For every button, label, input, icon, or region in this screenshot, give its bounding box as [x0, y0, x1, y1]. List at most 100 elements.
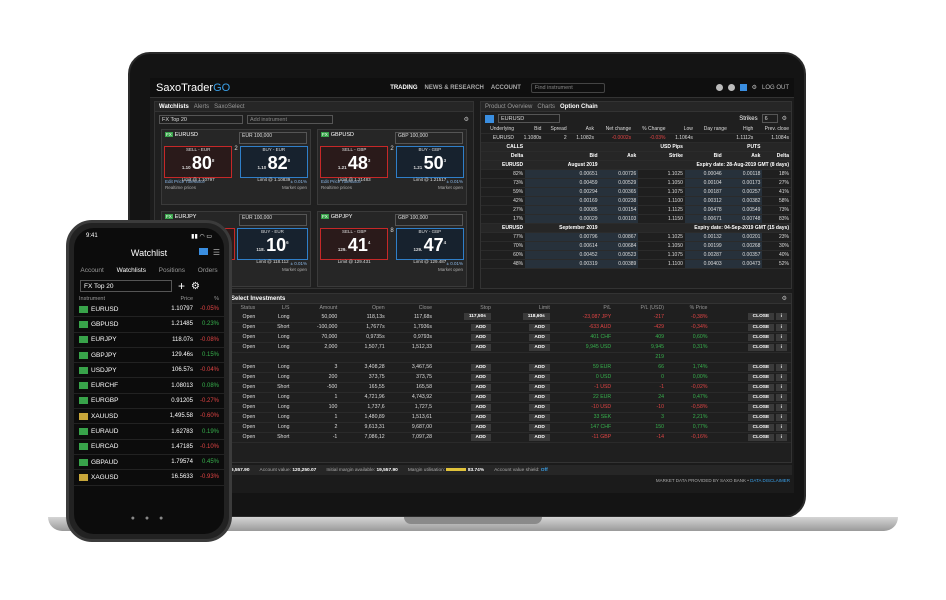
option-cell[interactable]: 0.00389	[599, 259, 639, 269]
amount-input[interactable]: GBP 100,000	[395, 214, 463, 226]
add-button[interactable]: ADD	[529, 373, 550, 381]
option-cell[interactable]: 0.00748	[723, 214, 763, 224]
info-icon[interactable]: i	[775, 373, 787, 381]
order-price-button[interactable]: 117,50s	[463, 313, 491, 321]
add-button[interactable]: ADD	[470, 333, 491, 341]
link-icon[interactable]	[485, 114, 494, 123]
phone-list-item[interactable]: GBPUSD 1.21485 0.23%	[74, 317, 224, 333]
close-button[interactable]: CLOSE	[747, 313, 775, 321]
add-button[interactable]: ADD	[470, 343, 491, 351]
close-button[interactable]: CLOSE	[747, 373, 775, 381]
add-button[interactable]: ADD	[529, 323, 550, 331]
option-cell[interactable]: 0.00523	[599, 250, 639, 260]
strikes-select[interactable]: 6	[761, 114, 778, 123]
option-cell[interactable]: 0.00459	[525, 178, 600, 188]
gear-icon[interactable]: ⚙	[752, 84, 757, 91]
close-button[interactable]: CLOSE	[747, 413, 775, 421]
add-instrument-input[interactable]: Add instrument	[247, 115, 333, 124]
add-button[interactable]: ADD	[470, 323, 491, 331]
option-cell[interactable]: 0.00187	[684, 187, 724, 197]
nav-trading[interactable]: TRADING	[390, 85, 417, 91]
option-cell[interactable]: 0.00365	[599, 187, 639, 197]
phone-list-item[interactable]: XAUUSD 1,495.58 -0.60%	[74, 409, 224, 425]
option-cell[interactable]: 0.00029	[525, 214, 600, 224]
add-button[interactable]: ADD	[529, 393, 550, 401]
add-button[interactable]: ADD	[470, 423, 491, 431]
option-cell[interactable]: 0.00103	[599, 214, 639, 224]
close-button[interactable]: CLOSE	[747, 433, 775, 441]
position-row[interactable]: 9OpenLong1001,737,61,727,5ADDADD-10 USD-…	[155, 402, 791, 413]
tab-orders[interactable]: Orders	[198, 267, 218, 274]
info-icon[interactable]: i	[775, 323, 787, 331]
close-button[interactable]: CLOSE	[747, 423, 775, 431]
phone-list-item[interactable]: EURJPY 118.07s -0.08%	[74, 333, 224, 348]
option-cell[interactable]: 0.00154	[599, 205, 639, 215]
add-button[interactable]: ADD	[470, 403, 491, 411]
add-button[interactable]: ADD	[470, 383, 491, 391]
add-button[interactable]: ADD	[470, 373, 491, 381]
nav-account[interactable]: ACCOUNT	[491, 85, 521, 91]
info-icon[interactable]: i	[775, 383, 787, 391]
add-button[interactable]: ADD	[470, 413, 491, 421]
option-cell[interactable]: 0.00726	[599, 169, 639, 179]
option-cell[interactable]: 0.00529	[599, 178, 639, 188]
option-cell[interactable]: 0.00046	[684, 169, 724, 179]
info-icon[interactable]: i	[775, 403, 787, 411]
option-cell[interactable]: 0.00118	[723, 169, 763, 179]
option-row[interactable]: 27% 0.00085 0.00154 1.1125 0.00478 0.00549 73%	[481, 205, 791, 215]
sell-button[interactable]: SELL - GBP 129. 414 Limit @ 129.431	[320, 228, 389, 264]
add-icon[interactable]: +	[178, 279, 185, 293]
option-cell[interactable]: 0.00651	[525, 169, 600, 179]
mail-icon[interactable]	[739, 84, 747, 91]
tab-alerts[interactable]: Alerts	[194, 104, 209, 110]
option-cell[interactable]: 0.00132	[684, 232, 724, 242]
option-cell[interactable]: 0.00287	[684, 250, 724, 260]
position-row[interactable]: 2OpenLong2,0001,507,711,512,33ADDADD9,94…	[155, 342, 791, 353]
option-cell[interactable]: 0.00085	[525, 205, 600, 215]
add-button[interactable]: ADD	[470, 393, 491, 401]
position-row[interactable]: Open Short -100,000 1,7677s 1,7936s ADD ADD -63…	[155, 322, 791, 333]
option-row[interactable]: 59% 0.00294 0.00365 1.1075 0.00187 0.00257 41%	[481, 187, 791, 197]
add-button[interactable]: ADD	[529, 423, 550, 431]
option-cell[interactable]: 0.00199	[684, 241, 724, 251]
phone-list-item[interactable]: USDJPY 106.57s -0.04%	[74, 363, 224, 379]
amount-input[interactable]: EUR 100,000	[239, 214, 307, 226]
info-icon[interactable]: i	[775, 413, 787, 421]
add-button[interactable]: ADD	[529, 383, 550, 391]
position-row[interactable]: Open Long 1 1,480,89 1,513,61 ADD ADD 33 SEK 3 2,…	[155, 412, 791, 423]
option-row[interactable]: 73% 0.00459 0.00529 1.1050 0.00104 0.00173 27%	[481, 178, 791, 188]
amount-input[interactable]: EUR 100,000	[239, 132, 307, 144]
tab-saxoselect[interactable]: SaxoSelect	[214, 104, 244, 110]
close-button[interactable]: CLOSE	[747, 343, 775, 351]
add-button[interactable]: ADD	[529, 333, 550, 341]
option-cell[interactable]: 0.00452	[525, 250, 600, 260]
buy-button[interactable]: BUY - EUR 118. 106 Limit @ 118.112	[237, 228, 308, 264]
tab-watchlists[interactable]: Watchlists	[159, 104, 189, 110]
option-row[interactable]: 82% 0.00651 0.00726 1.1025 0.00046 0.00118 18%	[481, 169, 791, 179]
phone-list-item[interactable]: EURGBP 0.91205 -0.27%	[74, 394, 224, 410]
tab-option-chain[interactable]: Option Chain	[560, 104, 598, 110]
option-cell[interactable]: 0.00684	[599, 241, 639, 251]
info-icon[interactable]: i	[775, 313, 787, 321]
position-row[interactable]: ber 2019OpenShort-500165,55165,58ADDADD-…	[155, 382, 791, 393]
order-price-button[interactable]: 118,60s	[522, 313, 550, 321]
position-row[interactable]: Open Long 3 3,408,28 3,467,56 ADD ADD 59 EUR 66 1…	[155, 362, 791, 373]
option-row[interactable]: 77% 0.00796 0.00867 1.1025 0.00132 0.00201 23%	[481, 232, 791, 242]
option-cell[interactable]: 0.00614	[525, 241, 600, 251]
option-row[interactable]: 70% 0.00614 0.00684 1.1050 0.00199 0.00268 30%	[481, 241, 791, 251]
menu-icon[interactable]: ☰	[213, 248, 220, 257]
position-row[interactable]: Open Long 50,000 118,13s 117,68s 117,50s 118,6…	[155, 312, 791, 323]
phone-list-item[interactable]: EURAUD 1.62783 0.19%	[74, 424, 224, 440]
gear-icon[interactable]: ⚙	[191, 281, 200, 292]
option-cell[interactable]: 0.00357	[723, 250, 763, 260]
position-row[interactable]: Open Short -1 7,086,12 7,097,28 ADD ADD -11 GBP…	[155, 432, 791, 443]
option-cell[interactable]: 0.00867	[599, 232, 639, 242]
phone-list-item[interactable]: GBPJPY 129.46s 0.15%	[74, 348, 224, 364]
option-row[interactable]: 48% 0.00319 0.00389 1.1100 0.00403 0.00473 52%	[481, 259, 791, 269]
option-cell[interactable]: 0.00549	[723, 205, 763, 215]
disclaimer-link[interactable]: DATA DISCLAIMER	[750, 478, 790, 483]
nav-news-research[interactable]: NEWS & RESEARCH	[425, 85, 484, 91]
position-row[interactable]: Open Long 1 4,721,96 4,743,92 ADD ADD 22 EUR 24 0…	[155, 392, 791, 403]
buy-button[interactable]: BUY - GBP 129. 474 Limit @ 129.487	[395, 228, 464, 264]
option-cell[interactable]: 0.00294	[525, 187, 600, 197]
